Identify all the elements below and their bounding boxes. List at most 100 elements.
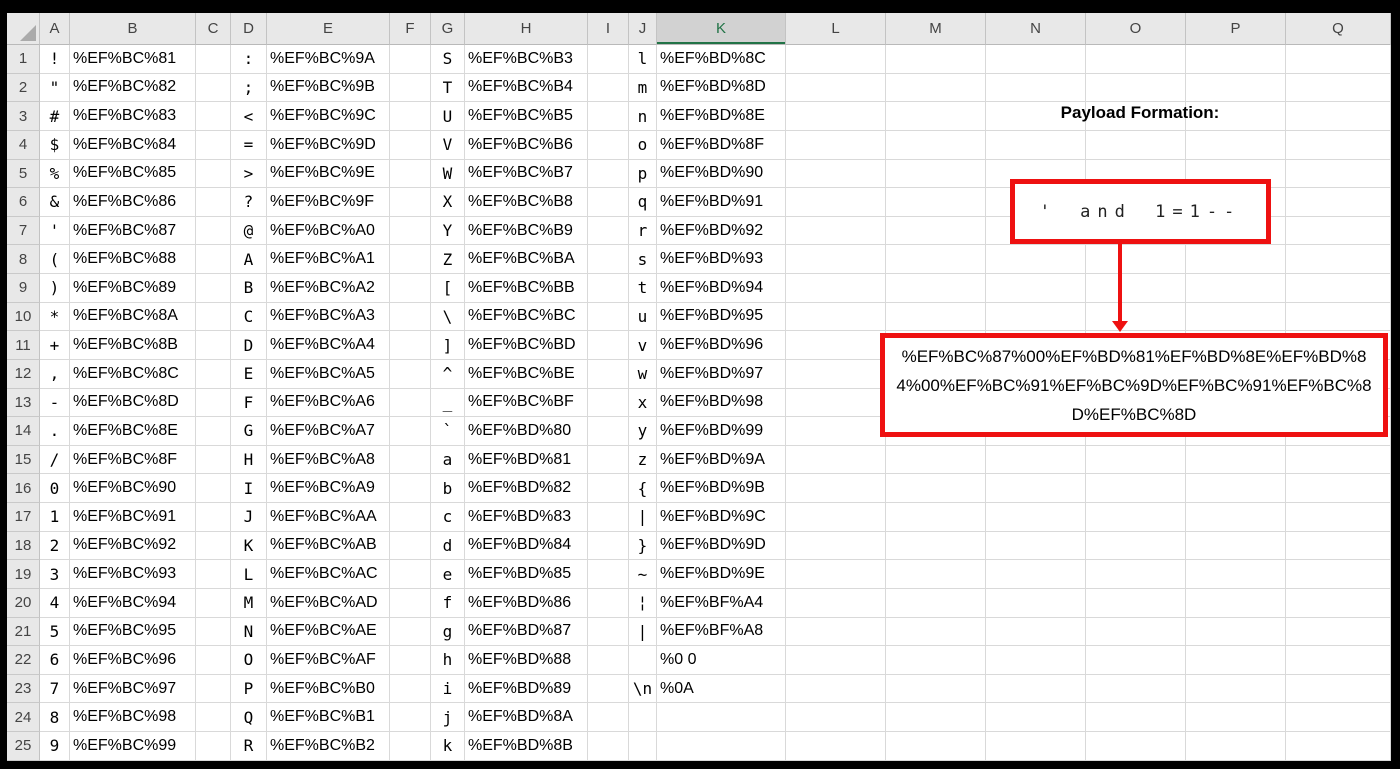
- cell-B23[interactable]: %EF%BC%97: [70, 674, 196, 704]
- cell-I14[interactable]: [588, 417, 629, 446]
- cell-P22[interactable]: [1186, 646, 1286, 675]
- cell-M5[interactable]: [886, 159, 986, 189]
- cell-K21[interactable]: %EF%BF%A8: [657, 617, 786, 647]
- cell-M20[interactable]: [886, 588, 986, 618]
- cell-L16[interactable]: [786, 474, 886, 503]
- cell-B2[interactable]: %EF%BC%82: [70, 73, 196, 103]
- cell-G12[interactable]: ^: [431, 359, 465, 389]
- row-header-17[interactable]: 17: [7, 503, 40, 532]
- cell-I24[interactable]: [588, 703, 629, 732]
- cell-C17[interactable]: [196, 503, 231, 532]
- cell-L11[interactable]: [786, 331, 886, 360]
- cell-L7[interactable]: [786, 216, 886, 246]
- cell-P16[interactable]: [1186, 474, 1286, 503]
- cell-H14[interactable]: %EF%BD%80: [465, 417, 588, 446]
- cell-C18[interactable]: [196, 531, 231, 561]
- cell-F1[interactable]: [390, 45, 431, 74]
- cell-O8[interactable]: [1086, 245, 1186, 274]
- cell-A8[interactable]: (: [40, 245, 70, 274]
- cell-K20[interactable]: %EF%BF%A4: [657, 588, 786, 618]
- cell-A2[interactable]: ": [40, 73, 70, 103]
- column-header-O[interactable]: O: [1086, 13, 1186, 45]
- row-header-13[interactable]: 13: [7, 388, 40, 418]
- cell-L19[interactable]: [786, 560, 886, 589]
- cell-P17[interactable]: [1186, 503, 1286, 532]
- cell-G19[interactable]: e: [431, 560, 465, 589]
- cell-J4[interactable]: o: [629, 130, 657, 160]
- cell-G22[interactable]: h: [431, 646, 465, 675]
- cell-E21[interactable]: %EF%BC%AE: [267, 617, 390, 647]
- cell-P4[interactable]: [1186, 130, 1286, 160]
- cell-C25[interactable]: [196, 732, 231, 761]
- cell-F12[interactable]: [390, 359, 431, 389]
- cell-G14[interactable]: `: [431, 417, 465, 446]
- column-header-N[interactable]: N: [986, 13, 1086, 45]
- cell-A23[interactable]: 7: [40, 674, 70, 704]
- cell-H23[interactable]: %EF%BD%89: [465, 674, 588, 704]
- cell-N10[interactable]: [986, 302, 1086, 332]
- cell-B20[interactable]: %EF%BC%94: [70, 588, 196, 618]
- cell-M15[interactable]: [886, 445, 986, 475]
- cell-H12[interactable]: %EF%BC%BE: [465, 359, 588, 389]
- cell-G4[interactable]: V: [431, 130, 465, 160]
- row-header-8[interactable]: 8: [7, 245, 40, 274]
- cell-P2[interactable]: [1186, 73, 1286, 103]
- cell-H11[interactable]: %EF%BC%BD: [465, 331, 588, 360]
- row-header-23[interactable]: 23: [7, 674, 40, 704]
- cell-E2[interactable]: %EF%BC%9B: [267, 73, 390, 103]
- cell-K18[interactable]: %EF%BD%9D: [657, 531, 786, 561]
- cell-N4[interactable]: [986, 130, 1086, 160]
- cell-F16[interactable]: [390, 474, 431, 503]
- cell-C19[interactable]: [196, 560, 231, 589]
- cell-N21[interactable]: [986, 617, 1086, 647]
- cell-B22[interactable]: %EF%BC%96: [70, 646, 196, 675]
- cell-L17[interactable]: [786, 503, 886, 532]
- cell-F19[interactable]: [390, 560, 431, 589]
- cell-F3[interactable]: [390, 102, 431, 131]
- row-header-18[interactable]: 18: [7, 531, 40, 561]
- cell-K5[interactable]: %EF%BD%90: [657, 159, 786, 189]
- cell-B7[interactable]: %EF%BC%87: [70, 216, 196, 246]
- cell-K25[interactable]: [657, 732, 786, 761]
- cell-E6[interactable]: %EF%BC%9F: [267, 188, 390, 217]
- cell-A18[interactable]: 2: [40, 531, 70, 561]
- cell-J6[interactable]: q: [629, 188, 657, 217]
- cell-E5[interactable]: %EF%BC%9E: [267, 159, 390, 189]
- cell-L15[interactable]: [786, 445, 886, 475]
- cell-M4[interactable]: [886, 130, 986, 160]
- cell-C2[interactable]: [196, 73, 231, 103]
- cell-D15[interactable]: H: [231, 445, 267, 475]
- cell-P24[interactable]: [1186, 703, 1286, 732]
- cell-N22[interactable]: [986, 646, 1086, 675]
- cell-D8[interactable]: A: [231, 245, 267, 274]
- cell-Q24[interactable]: [1286, 703, 1391, 732]
- cell-I18[interactable]: [588, 531, 629, 561]
- cell-L12[interactable]: [786, 359, 886, 389]
- cell-E15[interactable]: %EF%BC%A8: [267, 445, 390, 475]
- cell-H8[interactable]: %EF%BC%BA: [465, 245, 588, 274]
- cell-K17[interactable]: %EF%BD%9C: [657, 503, 786, 532]
- cell-E11[interactable]: %EF%BC%A4: [267, 331, 390, 360]
- column-header-D[interactable]: D: [231, 13, 267, 45]
- cell-H25[interactable]: %EF%BD%8B: [465, 732, 588, 761]
- cell-I11[interactable]: [588, 331, 629, 360]
- cell-L10[interactable]: [786, 302, 886, 332]
- cell-L13[interactable]: [786, 388, 886, 418]
- cell-N20[interactable]: [986, 588, 1086, 618]
- cell-N23[interactable]: [986, 674, 1086, 704]
- cell-Q17[interactable]: [1286, 503, 1391, 532]
- cell-K23[interactable]: %0A: [657, 674, 786, 704]
- row-header-11[interactable]: 11: [7, 331, 40, 360]
- cell-L25[interactable]: [786, 732, 886, 761]
- cell-I16[interactable]: [588, 474, 629, 503]
- cell-N15[interactable]: [986, 445, 1086, 475]
- cell-F5[interactable]: [390, 159, 431, 189]
- cell-G18[interactable]: d: [431, 531, 465, 561]
- cell-M10[interactable]: [886, 302, 986, 332]
- cell-H21[interactable]: %EF%BD%87: [465, 617, 588, 647]
- cell-Q7[interactable]: [1286, 216, 1391, 246]
- cell-K6[interactable]: %EF%BD%91: [657, 188, 786, 217]
- row-header-3[interactable]: 3: [7, 102, 40, 131]
- cell-K16[interactable]: %EF%BD%9B: [657, 474, 786, 503]
- cell-A24[interactable]: 8: [40, 703, 70, 732]
